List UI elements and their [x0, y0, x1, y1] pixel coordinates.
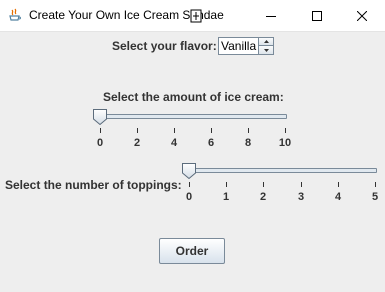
- maximize-button[interactable]: [294, 0, 340, 31]
- amount-label: Select the amount of ice cream:: [103, 90, 284, 104]
- flavor-value[interactable]: Vanilla: [221, 39, 256, 53]
- move-cursor-icon: [190, 9, 202, 23]
- toppings-tick: [375, 182, 376, 187]
- toppings-tick-label: 4: [334, 191, 342, 203]
- close-icon: [357, 10, 367, 21]
- amount-tick: [211, 128, 212, 133]
- toppings-tick: [338, 182, 339, 187]
- minimize-icon: [266, 15, 276, 17]
- flavor-label: Select your flavor:: [112, 39, 217, 53]
- amount-tick-label: 6: [207, 137, 215, 149]
- title-bar: Create Your Own Ice Cream Sundae: [0, 0, 385, 32]
- toppings-tick: [263, 182, 264, 187]
- arrow-down-icon: [263, 48, 269, 52]
- toppings-tick-label: 2: [259, 191, 267, 203]
- arrow-up-icon: [263, 40, 269, 43]
- spinner-buttons: [258, 38, 273, 54]
- amount-tick: [174, 128, 175, 133]
- toppings-slider-track[interactable]: [187, 168, 377, 173]
- amount-tick: [100, 128, 101, 133]
- toppings-tick: [189, 182, 190, 187]
- maximize-icon: [312, 10, 322, 21]
- amount-tick-label: 10: [278, 137, 292, 149]
- toppings-slider-thumb[interactable]: [182, 163, 196, 179]
- amount-tick: [137, 128, 138, 133]
- order-button[interactable]: Order: [159, 238, 225, 264]
- amount-tick: [285, 128, 286, 133]
- toppings-tick: [226, 182, 227, 187]
- toppings-tick-label: 5: [371, 191, 379, 203]
- order-button-label: Order: [175, 244, 209, 258]
- amount-slider-track[interactable]: [98, 114, 287, 119]
- minimize-button[interactable]: [248, 0, 294, 31]
- toppings-label: Select the number of toppings:: [5, 178, 182, 192]
- toppings-tick-label: 1: [222, 191, 230, 203]
- spinner-down-button[interactable]: [259, 46, 273, 54]
- java-app-icon: [9, 8, 21, 21]
- amount-slider-thumb[interactable]: [93, 109, 107, 125]
- close-button[interactable]: [339, 0, 385, 31]
- toppings-tick-label: 0: [185, 191, 193, 203]
- amount-tick: [248, 128, 249, 133]
- toppings-tick: [301, 182, 302, 187]
- spinner-up-button[interactable]: [259, 38, 273, 46]
- sundae-form: Select your flavor: Vanilla Select the a…: [0, 31, 385, 292]
- amount-tick-label: 4: [170, 137, 178, 149]
- amount-tick-label: 2: [133, 137, 141, 149]
- flavor-spinner[interactable]: Vanilla: [218, 37, 274, 55]
- amount-tick-label: 8: [244, 137, 252, 149]
- toppings-tick-label: 3: [297, 191, 305, 203]
- toppings-slider[interactable]: 0 1 2 3 4 5: [0, 31, 385, 203]
- amount-tick-label: 0: [96, 137, 104, 149]
